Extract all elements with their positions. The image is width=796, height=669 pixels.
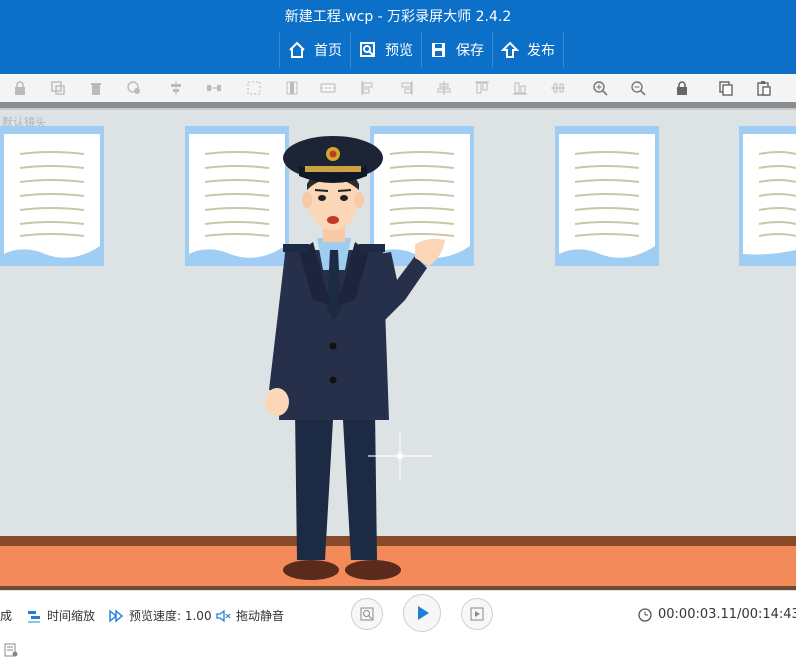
group-icon[interactable] — [246, 80, 262, 96]
nav-publish-button[interactable]: 发布 — [492, 32, 564, 68]
time-zoom-label: 时间缩放 — [47, 609, 96, 623]
lock-icon[interactable] — [12, 80, 28, 96]
poster-5[interactable] — [739, 126, 796, 266]
playback-bar: 成 时间缩放 预览速度: 1.00 拖动静音 00:00:03.11/00:14… — [0, 590, 796, 669]
distribute-icon[interactable] — [206, 80, 222, 96]
nav-preview-button[interactable]: 预览 — [350, 32, 421, 68]
preview-speed-button[interactable]: 预览速度: 1.00 — [108, 607, 212, 624]
crosshair-cursor-icon — [368, 432, 432, 480]
align-bottom-icon[interactable] — [512, 80, 528, 96]
replace-icon[interactable] — [50, 80, 66, 96]
erase-icon[interactable] — [126, 80, 142, 96]
time-zoom-icon — [28, 610, 40, 622]
nav-publish-label: 发布 — [527, 43, 555, 59]
main-nav: 首页 预览 保存 发布 — [279, 32, 564, 68]
align-right-icon[interactable] — [398, 80, 414, 96]
zoom-out-icon[interactable] — [630, 80, 646, 96]
speed-icon — [109, 609, 124, 622]
publish-icon — [501, 41, 519, 58]
time-zoom-button[interactable]: 时间缩放 — [26, 607, 95, 624]
distribute-v-icon[interactable] — [550, 80, 566, 96]
canvas-top-strip — [0, 108, 796, 110]
lock-canvas-icon[interactable] — [674, 80, 690, 96]
nav-preview-label: 预览 — [385, 43, 413, 59]
title-bar: 新建工程.wcp - 万彩录屏大师 2.4.2 首页 预览 保存 发布 — [0, 0, 796, 74]
poster-1[interactable] — [0, 126, 104, 266]
next-frame-button[interactable] — [461, 598, 493, 630]
drag-mute-label: 拖动静音 — [236, 609, 285, 623]
time-readout: 00:00:03.11/00:14:43. — [658, 607, 796, 622]
paste-icon[interactable] — [756, 80, 772, 96]
copy-icon[interactable] — [718, 80, 734, 96]
crop-icon[interactable] — [284, 80, 300, 96]
next-frame-icon — [470, 607, 484, 621]
drag-mute-button[interactable]: 拖动静音 — [215, 607, 284, 624]
align-middle-icon[interactable] — [474, 80, 490, 96]
align-left-icon[interactable] — [360, 80, 376, 96]
police-character[interactable] — [255, 120, 455, 585]
align-center-icon[interactable] — [168, 80, 184, 96]
preview-icon — [360, 42, 375, 57]
scene-canvas[interactable]: 默认镜头 — [0, 102, 796, 590]
partial-label: 成 — [0, 609, 13, 623]
nav-home-button[interactable]: 首页 — [279, 32, 350, 68]
layer-settings-icon[interactable] — [4, 643, 18, 657]
delete-icon[interactable] — [88, 80, 104, 96]
preview-frame-button[interactable] — [351, 598, 383, 630]
time-display: 00:00:03.11/00:14:43. — [638, 607, 796, 622]
preview-speed-label: 预览速度: 1.00 — [129, 609, 212, 623]
edit-toolbar — [0, 74, 796, 103]
home-icon — [289, 41, 305, 58]
play-button[interactable] — [403, 594, 441, 632]
nav-save-label: 保存 — [456, 43, 484, 59]
window-title: 新建工程.wcp - 万彩录屏大师 2.4.2 — [284, 9, 512, 25]
clock-icon — [638, 607, 652, 622]
align-top-icon[interactable] — [436, 80, 452, 96]
nav-home-label: 首页 — [314, 43, 342, 59]
nav-save-button[interactable]: 保存 — [421, 32, 492, 68]
play-icon — [418, 606, 429, 620]
save-icon — [432, 43, 445, 57]
zoom-in-icon[interactable] — [592, 80, 608, 96]
ungroup-icon[interactable] — [320, 80, 336, 96]
mute-icon — [216, 609, 231, 622]
poster-4[interactable] — [555, 126, 659, 266]
preview-frame-icon — [360, 607, 374, 621]
